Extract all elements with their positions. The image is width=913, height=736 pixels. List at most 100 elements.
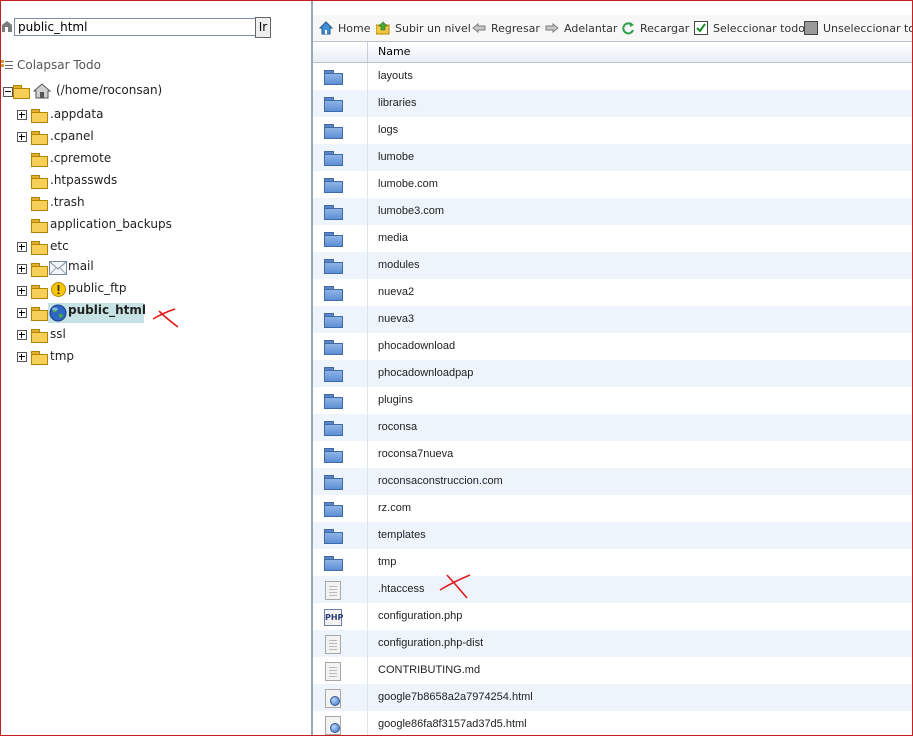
checkbox-empty-icon — [804, 21, 818, 35]
go-button[interactable]: Ir — [255, 17, 271, 38]
file-name[interactable]: configuration.php-dist — [367, 630, 912, 657]
file-row[interactable]: lumobe — [313, 144, 912, 171]
file-name[interactable]: roconsa — [367, 414, 912, 441]
file-icon-cell — [313, 360, 367, 387]
tree-item-etc[interactable]: etc — [17, 239, 217, 257]
expand-icon[interactable] — [17, 264, 27, 274]
file-icon-cell — [313, 333, 367, 360]
column-header-name[interactable]: Name — [367, 42, 912, 62]
file-row[interactable]: layouts — [313, 63, 912, 90]
file-row[interactable]: plugins — [313, 387, 912, 414]
grid-header: Name — [313, 41, 912, 63]
file-row[interactable]: logs — [313, 117, 912, 144]
back-button[interactable]: Regresar — [472, 20, 540, 36]
folder-icon — [31, 329, 48, 343]
file-name[interactable]: CONTRIBUTING.md — [367, 657, 912, 684]
folder-icon — [324, 367, 343, 382]
file-name[interactable]: templates — [367, 522, 912, 549]
file-name[interactable]: roconsaconstruccion.com — [367, 468, 912, 495]
unselect-all-button[interactable]: Unseleccionar todo — [804, 20, 912, 36]
expand-icon[interactable] — [17, 110, 27, 120]
file-name[interactable]: layouts — [367, 63, 912, 90]
file-name[interactable]: lumobe.com — [367, 171, 912, 198]
file-name[interactable]: logs — [367, 117, 912, 144]
file-row[interactable]: tmp — [313, 549, 912, 576]
expand-icon[interactable] — [17, 308, 27, 318]
file-row[interactable]: phocadownloadpap — [313, 360, 912, 387]
text-file-icon — [325, 581, 341, 600]
file-icon-cell — [313, 414, 367, 441]
back-label: Regresar — [491, 22, 540, 35]
reload-button[interactable]: Recargar — [621, 20, 689, 36]
collapse-toggle-icon[interactable] — [3, 87, 13, 97]
warning-icon — [51, 282, 66, 300]
file-name[interactable]: google86fa8f3157ad37d5.html — [367, 711, 912, 735]
file-row[interactable]: lumobe3.com — [313, 198, 912, 225]
file-row[interactable]: roconsa7nueva — [313, 441, 912, 468]
tree-item-cpremote[interactable]: .cpremote — [17, 151, 217, 169]
file-row[interactable]: nueva2 — [313, 279, 912, 306]
folder-icon — [31, 241, 48, 255]
expand-icon[interactable] — [17, 242, 27, 252]
file-row[interactable]: lumobe.com — [313, 171, 912, 198]
tree-item-appdata[interactable]: .appdata — [17, 107, 217, 125]
file-row[interactable]: phocadownload — [313, 333, 912, 360]
file-row[interactable]: templates — [313, 522, 912, 549]
file-name[interactable]: phocadownload — [367, 333, 912, 360]
file-row[interactable]: rz.com — [313, 495, 912, 522]
file-name[interactable]: libraries — [367, 90, 912, 117]
tree-item-ssl[interactable]: ssl — [17, 327, 217, 345]
file-icon-cell — [313, 657, 367, 684]
folder-icon — [324, 232, 343, 247]
file-name[interactable]: roconsa7nueva — [367, 441, 912, 468]
tree-item-public-html[interactable]: public_html — [17, 303, 217, 323]
folder-icon — [324, 70, 343, 85]
file-name[interactable]: plugins — [367, 387, 912, 414]
tree-item-application-backups[interactable]: application_backups — [17, 217, 237, 235]
file-name[interactable]: rz.com — [367, 495, 912, 522]
expand-icon[interactable] — [17, 330, 27, 340]
file-name[interactable]: lumobe3.com — [367, 198, 912, 225]
checkbox-checked-icon — [694, 21, 708, 35]
file-row[interactable]: .htaccess — [313, 576, 912, 603]
home-button[interactable]: Home — [318, 20, 377, 36]
file-row[interactable]: roconsa — [313, 414, 912, 441]
path-input[interactable]: public_html — [14, 18, 256, 36]
folder-icon — [324, 151, 343, 166]
expand-icon[interactable] — [17, 132, 27, 142]
file-name[interactable]: google7b8658a2a7974254.html — [367, 684, 912, 711]
file-row[interactable]: PHP configuration.php — [313, 603, 912, 630]
tree-item-tmp[interactable]: tmp — [17, 349, 217, 367]
file-row[interactable]: libraries — [313, 90, 912, 117]
select-all-button[interactable]: Seleccionar todo — [694, 20, 805, 36]
file-name[interactable]: nueva3 — [367, 306, 912, 333]
file-row[interactable]: media — [313, 225, 912, 252]
expand-icon[interactable] — [17, 352, 27, 362]
file-row[interactable]: nueva3 — [313, 306, 912, 333]
file-row[interactable]: google86fa8f3157ad37d5.html — [313, 711, 912, 735]
tree-item-label: public_html — [68, 303, 146, 317]
file-name[interactable]: media — [367, 225, 912, 252]
tree-item-htpasswds[interactable]: .htpasswds — [17, 173, 217, 191]
tree-item-cpanel[interactable]: .cpanel — [17, 129, 217, 147]
tree-item-public-ftp[interactable]: public_ftp — [17, 281, 217, 299]
forward-button[interactable]: Adelantar — [545, 20, 617, 36]
file-name[interactable]: phocadownloadpap — [367, 360, 912, 387]
folder-icon — [324, 529, 343, 544]
up-level-button[interactable]: Subir un nivel — [375, 20, 471, 36]
folder-icon — [324, 178, 343, 193]
tree-item-mail[interactable]: mail — [17, 259, 217, 277]
file-name[interactable]: configuration.php — [367, 603, 912, 630]
file-row[interactable]: modules — [313, 252, 912, 279]
file-name[interactable]: lumobe — [367, 144, 912, 171]
file-name[interactable]: nueva2 — [367, 279, 912, 306]
file-row[interactable]: roconsaconstruccion.com — [313, 468, 912, 495]
file-row[interactable]: configuration.php-dist — [313, 630, 912, 657]
file-row[interactable]: CONTRIBUTING.md — [313, 657, 912, 684]
expand-icon[interactable] — [17, 286, 27, 296]
handwritten-x-mark — [439, 572, 473, 604]
file-icon-cell — [313, 198, 367, 225]
file-row[interactable]: google7b8658a2a7974254.html — [313, 684, 912, 711]
tree-item-trash[interactable]: .trash — [17, 195, 217, 213]
file-name[interactable]: modules — [367, 252, 912, 279]
